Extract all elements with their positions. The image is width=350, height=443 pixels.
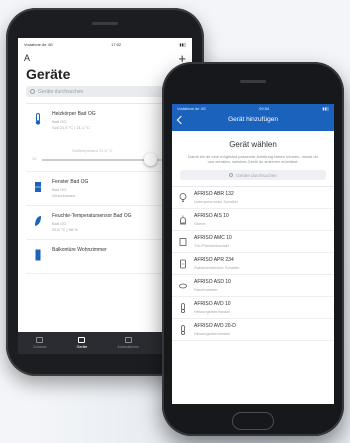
list-item-door[interactable]: Balkontüre Wohnzimmer xyxy=(26,240,184,274)
thermometer-icon xyxy=(35,113,41,125)
device-name: AFRISO AVD 20-D xyxy=(194,323,236,329)
status-bar: Vodafone.de 4G 17:02 ▮▮▯ xyxy=(18,38,192,51)
home-icon xyxy=(36,337,44,343)
tab-label: Geräte xyxy=(76,345,88,349)
leaf-icon xyxy=(35,216,41,226)
list-item-sensor[interactable]: Feuchte-Temperatursensor Bad OG Bad OG 2… xyxy=(26,206,184,240)
device-type: Heizungsthermostat xyxy=(194,309,230,314)
tab-label: Zuhause xyxy=(33,345,47,349)
search-icon xyxy=(229,173,234,177)
device-type: Zwischenstecker Schalter xyxy=(194,265,240,270)
nav-row: A + xyxy=(18,51,192,65)
device-name: AFRISO AVD 10 xyxy=(194,301,231,307)
device-name: AFRISO ABR 132 xyxy=(194,191,234,197)
carrier-label: Vodafone.de 4G xyxy=(24,42,53,47)
search-icon xyxy=(30,89,35,94)
thermostat-icon xyxy=(181,325,185,335)
speaker-grille xyxy=(240,80,266,83)
speaker-grille xyxy=(92,22,118,25)
tab-geraete[interactable]: Geräte xyxy=(76,337,88,349)
app-logo: A xyxy=(24,53,31,63)
contact-icon xyxy=(179,238,187,246)
bulb-icon xyxy=(179,193,187,202)
slider-min-label: 10 xyxy=(32,156,37,161)
clock: 17:02 xyxy=(111,42,122,47)
search-placeholder: Geräte durchsuchen xyxy=(38,88,84,95)
tab-label: Automationen xyxy=(117,345,139,349)
front-phone-screen: Vodafone.de 4G 09:54 ▮▮▯ Gerät hinzufüge… xyxy=(172,104,334,404)
nav-bar: Gerät hinzufügen xyxy=(172,113,334,131)
device-name: AFRISO ASD 10 xyxy=(194,279,231,285)
window-icon xyxy=(35,182,41,192)
device-type: Sirene xyxy=(194,221,206,226)
screen-title: Gerät hinzufügen xyxy=(228,116,278,123)
device-name: AFRISO AIS 10 xyxy=(194,213,229,219)
list-item[interactable]: AFRISO ABR 132 Unterputzmodul Schalter xyxy=(172,187,334,209)
temperature-slider[interactable]: Solltemperatur 21,5 °C 10 xyxy=(32,148,180,166)
nav-header: Vodafone.de 4G 09:54 ▮▮▯ Gerät hinzufüge… xyxy=(172,104,334,131)
tab-automationen[interactable]: Automationen xyxy=(117,337,139,349)
list-item[interactable]: AFRISO AIS 10 Sirene xyxy=(172,209,334,231)
slider-handle[interactable] xyxy=(144,153,157,166)
device-name: AFRISO AMC 10 xyxy=(194,235,232,241)
thermostat-icon xyxy=(181,303,185,313)
device-type-list: AFRISO ABR 132 Unterputzmodul Schalter A… xyxy=(172,186,334,341)
battery-icon: ▮▮▯ xyxy=(322,106,329,111)
section-heading: Gerät wählen xyxy=(229,140,277,149)
devices-icon xyxy=(78,337,86,343)
automation-icon xyxy=(124,337,132,343)
siren-icon xyxy=(180,215,186,225)
list-item-heater[interactable]: Heizkörper Bad OG Bad OG Soll 21,5 °C | … xyxy=(26,104,184,172)
device-type: Rauchmelder xyxy=(194,287,218,292)
device-type: Tür-/Fensterkontakt xyxy=(194,243,229,248)
device-search-input[interactable]: Geräte durchsuchen xyxy=(26,86,184,97)
plug-icon xyxy=(180,259,186,269)
door-icon xyxy=(35,249,41,261)
device-type: Unterputzmodul Schalter xyxy=(194,199,239,204)
home-indicator[interactable] xyxy=(232,412,274,430)
carrier-label: Vodafone.de 4G xyxy=(177,106,206,111)
device-search-input[interactable]: Geräte durchsuchen xyxy=(180,170,326,180)
battery-icon: ▮▮▯ xyxy=(179,42,186,47)
device-name: AFRISO APR 234 xyxy=(194,257,234,263)
list-item-window[interactable]: Fenster Bad OG Bad OG Geschlossen xyxy=(26,172,184,206)
list-item[interactable]: AFRISO AMC 10 Tür-/Fensterkontakt xyxy=(172,231,334,253)
status-bar: Vodafone.de 4G 09:54 ▮▮▯ xyxy=(172,104,334,113)
tab-zuhause[interactable]: Zuhause xyxy=(33,337,47,349)
slider-fill xyxy=(42,159,150,161)
slider-label: Solltemperatur 21,5 °C xyxy=(72,148,113,153)
device-type: Heizungsthermostat xyxy=(194,331,230,336)
list-item[interactable]: AFRISO AVD 10 Heizungsthermostat xyxy=(172,297,334,319)
instruction-text: Damit wir dir eine möglichst passende An… xyxy=(188,154,318,164)
list-item[interactable]: AFRISO APR 234 Zwischenstecker Schalter xyxy=(172,253,334,275)
smoke-detector-icon xyxy=(179,283,187,289)
search-placeholder: Geräte durchsuchen xyxy=(236,172,277,178)
list-item[interactable]: AFRISO ASD 10 Rauchmelder xyxy=(172,275,334,297)
device-list: Heizkörper Bad OG Bad OG Soll 21,5 °C | … xyxy=(26,103,184,274)
front-phone: Vodafone.de 4G 09:54 ▮▮▯ Gerät hinzufüge… xyxy=(162,62,344,436)
clock: 09:54 xyxy=(259,106,270,111)
list-item[interactable]: AFRISO AVD 20-D Heizungsthermostat xyxy=(172,319,334,341)
